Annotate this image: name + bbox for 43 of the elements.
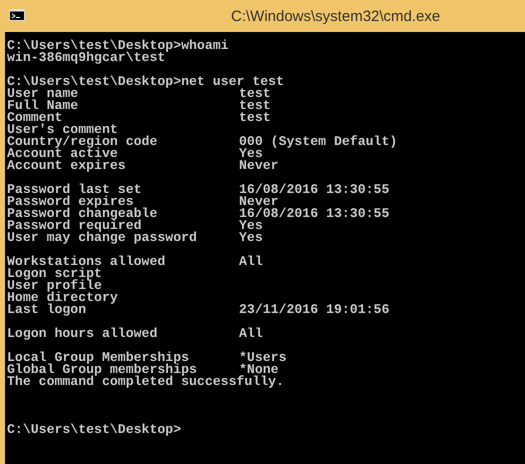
field-label: Comment: [7, 112, 63, 124]
field-label: Full Name: [7, 100, 80, 112]
console-line: C:\Users\test\Desktop>whoami: [7, 40, 229, 52]
field-label: User name: [7, 88, 78, 100]
field-label: User's comment: [7, 124, 119, 136]
field-value: All: [239, 328, 263, 340]
field-label: Account expires: [7, 160, 127, 172]
field-label: Global Group memberships: [7, 364, 197, 376]
field-value: 000 (System Default): [239, 136, 398, 148]
field-value: Yes: [239, 232, 263, 244]
field-value: 16/08/2016 13:30:55: [239, 208, 390, 220]
console-line: C:\Users\test\Desktop>net user test: [7, 76, 284, 88]
field-value: 23/11/2016 19:01:56: [239, 304, 390, 316]
field-label: Password changeable: [7, 208, 158, 220]
field-value: test: [239, 100, 271, 112]
field-label: Logon hours allowed: [7, 328, 158, 340]
field-value: test: [239, 88, 271, 100]
field-label: Last logon: [7, 304, 86, 316]
field-value: *None: [239, 364, 279, 376]
window-title: C:\Windows\system32\cmd.exe: [231, 8, 440, 24]
field-label: User may change password: [7, 232, 198, 244]
console-line: win-386mq9hgcar\test: [7, 52, 166, 64]
field-value: All: [239, 256, 263, 268]
field-label: User profile: [7, 280, 102, 292]
field-value: *Users: [239, 352, 286, 364]
field-label: Account active: [7, 148, 118, 160]
console-line: C:\Users\test\Desktop>: [7, 424, 182, 436]
console-line: The command completed successfully.: [7, 376, 284, 388]
field-label: Home directory: [7, 292, 119, 304]
console-icon: [9, 9, 25, 21]
field-label: Local Group Memberships: [7, 352, 190, 364]
field-label: Password expires: [7, 196, 134, 208]
field-label: Logon script: [7, 268, 103, 280]
field-value: Yes: [239, 148, 263, 160]
field-value: Yes: [239, 220, 263, 232]
field-label: Country/region code: [7, 136, 158, 148]
field-value: Never: [239, 160, 279, 172]
field-label: Password last set: [7, 184, 143, 196]
field-label: Password required: [7, 220, 142, 232]
field-value: 16/08/2016 13:30:55: [239, 184, 390, 196]
field-value: test: [239, 112, 271, 124]
field-value: Never: [239, 196, 279, 208]
field-label: Workstations allowed: [7, 256, 166, 268]
